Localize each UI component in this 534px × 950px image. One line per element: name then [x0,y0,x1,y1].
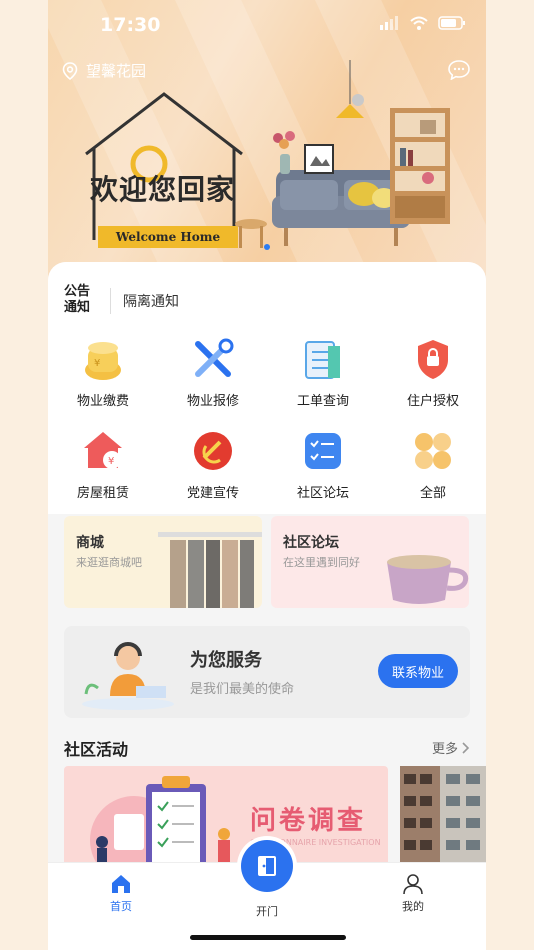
grid-item-repair[interactable]: 物业报修 [158,332,268,412]
activity-banner-building[interactable] [400,766,486,876]
svg-text:¥: ¥ [94,358,100,369]
activity-banner-survey[interactable]: 问卷调查 QUESTIONNAIRE INVESTIGATION [64,766,388,876]
survey-clipboard-illustration [90,776,230,876]
status-icons [380,16,466,30]
building-photo [400,766,486,876]
grid-item-label: 全部 [419,486,446,501]
tab-label: 开门 [256,905,278,918]
message-icon[interactable] [448,60,470,84]
grid-item-property-fee[interactable]: ¥ 物业缴费 [48,332,158,412]
service-title: 为您服务 [190,650,262,671]
grid-item-label: 物业缴费 [76,394,129,409]
party-emblem-icon [194,432,232,470]
plant-vase-illustration [273,131,295,174]
grid-item-all[interactable]: 全部 [378,424,486,504]
wifi-icon [410,16,428,30]
promo-subtitle: 来逛逛商城吧 [76,556,142,569]
status-time: 17:30 [100,14,161,36]
banner-title: 问卷调查 [250,806,367,836]
bookshelf-illustration [390,108,450,224]
coffee-cup-illustration [387,555,469,604]
open-door-button[interactable] [241,840,293,892]
chevron-right-icon [462,741,470,754]
promo-title: 社区论坛 [283,535,339,551]
tab-label: 首页 [110,900,132,913]
section-title: 社区活动 [64,740,129,759]
tab-door[interactable]: 开门 [227,903,307,919]
all-grid-icon [415,433,451,469]
grid-item-authorization[interactable]: 住户授权 [378,332,486,412]
location-selector[interactable]: 望馨花园 [62,60,146,81]
grid-item-label: 党建宣传 [186,486,239,501]
notice-label: 公告通知 [64,284,91,315]
home-indicator[interactable] [190,935,346,940]
property-fee-icon: ¥ [85,342,121,380]
grid-item-label: 社区论坛 [296,486,349,501]
repair-tools-icon [195,338,234,377]
more-link[interactable]: 更多 [432,738,470,757]
grid-item-label: 物业报修 [186,394,239,409]
tab-home[interactable]: 首页 [81,873,161,914]
battery-icon [438,16,465,30]
grid-item-work-order[interactable]: 工单查询 [268,332,378,412]
hero-banner[interactable]: 17:30 望馨花园 欢迎您回家 Welcome Home [48,0,486,280]
promo-subtitle: 在这里遇到同好 [283,556,360,569]
notice-text[interactable]: 隔离通知 [123,291,179,311]
side-table-illustration [235,219,267,248]
grid-item-label: 工单查询 [296,394,349,409]
service-grid: ¥ 物业缴费 物业报修 工单查询 住户授权 ¥ 房屋租赁 党建宣传 社区论坛 全… [48,332,486,514]
work-order-icon [305,341,340,379]
clothes-rack-illustration [158,532,262,608]
tab-label: 我的 [402,900,424,913]
grid-item-rental[interactable]: ¥ 房屋租赁 [48,424,158,504]
notice-bar[interactable]: 公告通知 隔离通知 [48,262,486,332]
grid-item-party[interactable]: 党建宣传 [158,424,268,504]
svg-text:¥: ¥ [108,456,114,467]
grid-item-forum[interactable]: 社区论坛 [268,424,378,504]
promo-title: 商城 [76,535,104,551]
signal-icon [380,16,398,30]
contact-property-button[interactable]: 联系物业 [378,654,458,688]
carousel-indicator[interactable] [264,244,270,250]
more-label: 更多 [431,742,458,757]
customer-service-illustration [82,642,174,710]
grid-item-label: 房屋租赁 [76,486,129,501]
door-icon [258,856,276,876]
divider [110,288,111,314]
location-pin-icon [62,61,78,80]
promo-mall[interactable]: 商城 来逛逛商城吧 [64,516,262,608]
service-subtitle: 是我们最美的使命 [190,682,295,697]
welcome-ribbon: Welcome Home [98,226,238,248]
shield-lock-icon [418,340,448,379]
user-icon [403,874,423,895]
forum-list-icon [305,433,341,469]
service-card: 为您服务 是我们最美的使命 联系物业 [64,626,470,718]
app-screen: 17:30 望馨花园 欢迎您回家 Welcome Home 公告通知 隔离通知 … [48,0,486,950]
promo-forum[interactable]: 社区论坛 在这里遇到同好 [271,516,469,608]
picture-frame-illustration [304,144,334,174]
grid-item-label: 住户授权 [406,394,459,409]
tab-mine[interactable]: 我的 [373,873,453,914]
location-name: 望馨花园 [86,62,147,80]
pendant-lamp-illustration [336,60,364,118]
home-icon [112,875,130,893]
house-rent-icon: ¥ [84,432,122,469]
welcome-heading: 欢迎您回家 [90,173,236,206]
